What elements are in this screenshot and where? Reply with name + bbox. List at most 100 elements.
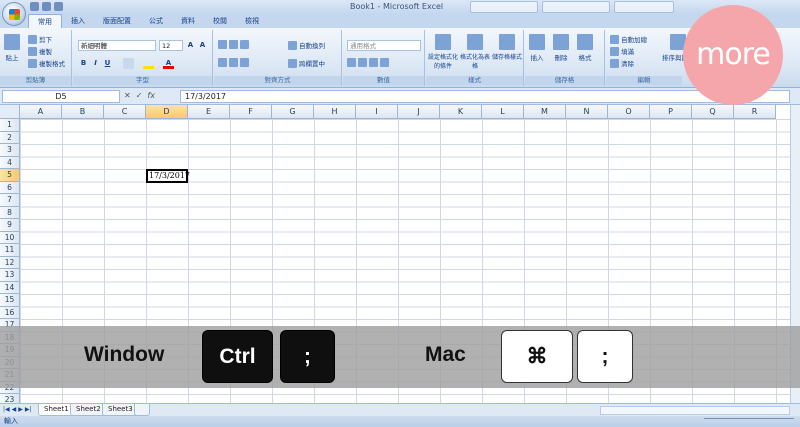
column-header[interactable]: H xyxy=(314,105,356,119)
column-header[interactable]: P xyxy=(650,105,692,119)
insert-cells-button[interactable]: 插入 xyxy=(529,34,545,62)
row-header[interactable]: 13 xyxy=(0,269,20,282)
row-header[interactable]: 12 xyxy=(0,256,20,269)
copy-button[interactable]: 複製 xyxy=(28,46,52,56)
window-title: Book1 - Microsoft Excel xyxy=(350,2,444,11)
horizontal-scrollbar[interactable] xyxy=(600,406,790,415)
row-header[interactable]: 3 xyxy=(0,144,20,157)
undo-icon[interactable] xyxy=(42,2,51,11)
currency-button[interactable] xyxy=(347,58,389,67)
font-name-select[interactable]: 新細明體 xyxy=(78,40,156,51)
row-header[interactable]: 16 xyxy=(0,306,20,319)
cancel-icon[interactable]: ✕ xyxy=(124,91,131,100)
redo-icon[interactable] xyxy=(54,2,63,11)
row-header[interactable]: 11 xyxy=(0,244,20,257)
font-color-icon[interactable]: A xyxy=(163,58,174,69)
align-top-button[interactable] xyxy=(218,40,249,49)
column-header[interactable]: F xyxy=(230,105,272,119)
tab-view[interactable]: 檢視 xyxy=(236,14,268,28)
last-sheet-icon[interactable]: ▶| xyxy=(25,406,32,413)
number-group-label: 數值 xyxy=(343,76,424,85)
row-header[interactable]: 2 xyxy=(0,131,20,144)
autosum-button[interactable]: 自動加總 xyxy=(610,34,647,44)
row-header[interactable]: 1 xyxy=(0,119,20,132)
clear-button[interactable]: 清除 xyxy=(610,58,634,68)
column-header[interactable]: O xyxy=(608,105,650,119)
row-header[interactable]: 14 xyxy=(0,281,20,294)
paste-button[interactable]: 貼上 xyxy=(4,34,20,62)
select-all-corner[interactable] xyxy=(0,105,20,119)
sheet-navigation[interactable]: |◀ ◀ ▶ ▶| xyxy=(3,406,32,413)
column-header[interactable]: E xyxy=(188,105,230,119)
zoom-slider[interactable] xyxy=(704,418,794,425)
tab-formulas[interactable]: 公式 xyxy=(140,14,172,28)
row-header[interactable]: 5 xyxy=(0,169,20,182)
quick-access-toolbar xyxy=(30,2,63,11)
column-header[interactable]: N xyxy=(566,105,608,119)
column-header[interactable]: R xyxy=(734,105,776,119)
cell-styles-button[interactable]: 儲存格樣式 xyxy=(492,34,522,61)
insert-function-icon[interactable]: fx xyxy=(147,91,155,100)
align-left-icon xyxy=(218,58,227,67)
align-left-button[interactable] xyxy=(218,58,249,67)
format-painter-button[interactable]: 複製格式 xyxy=(28,58,65,68)
font-size-select[interactable]: 12 xyxy=(159,40,183,51)
format-as-table-button[interactable]: 格式化為表格 xyxy=(460,34,490,70)
column-header[interactable]: G xyxy=(272,105,314,119)
office-button[interactable] xyxy=(2,2,26,26)
delete-cells-button[interactable]: 刪除 xyxy=(553,34,569,62)
merge-center-button[interactable]: 跨欄置中 xyxy=(288,58,325,68)
more-badge[interactable]: more xyxy=(683,5,783,105)
column-header[interactable]: I xyxy=(356,105,398,119)
shrink-font-icon[interactable]: A xyxy=(197,40,208,51)
fill-color-icon[interactable] xyxy=(143,58,154,69)
taskbar-window-button[interactable] xyxy=(470,1,538,13)
tab-review[interactable]: 校閱 xyxy=(204,14,236,28)
row-header[interactable]: 9 xyxy=(0,219,20,232)
column-header[interactable]: A xyxy=(20,105,62,119)
number-format-select[interactable]: 通用格式 xyxy=(347,40,421,51)
row-header[interactable]: 15 xyxy=(0,294,20,307)
tab-insert[interactable]: 插入 xyxy=(62,14,94,28)
row-header[interactable]: 6 xyxy=(0,181,20,194)
cut-button[interactable]: 剪下 xyxy=(28,34,52,44)
bold-icon[interactable]: B xyxy=(78,58,89,69)
row-header[interactable]: 10 xyxy=(0,231,20,244)
row-header[interactable]: 8 xyxy=(0,206,20,219)
column-header[interactable]: C xyxy=(104,105,146,119)
name-box[interactable]: D5 xyxy=(2,90,120,103)
tab-page-layout[interactable]: 版面配置 xyxy=(94,14,140,28)
column-header[interactable]: D xyxy=(146,105,188,119)
format-cells-button[interactable]: 格式 xyxy=(577,34,593,62)
border-icon[interactable] xyxy=(123,58,134,69)
tab-data[interactable]: 資料 xyxy=(172,14,204,28)
wrap-text-button[interactable]: 自動換列 xyxy=(288,40,325,50)
cells-group-label: 儲存格 xyxy=(525,76,604,85)
italic-icon[interactable]: I xyxy=(90,58,101,69)
next-sheet-icon[interactable]: ▶ xyxy=(18,406,23,413)
save-icon[interactable] xyxy=(30,2,39,11)
editing-group-label: 編輯 xyxy=(606,76,682,85)
underline-icon[interactable]: U xyxy=(102,58,113,69)
wrap-icon xyxy=(288,40,297,50)
taskbar-window-button[interactable] xyxy=(614,1,674,13)
column-header[interactable]: M xyxy=(524,105,566,119)
column-header[interactable]: J xyxy=(398,105,440,119)
enter-icon[interactable]: ✓ xyxy=(136,91,143,100)
tab-home[interactable]: 常用 xyxy=(28,14,62,28)
fill-button[interactable]: 填滿 xyxy=(610,46,634,56)
taskbar-window-button[interactable] xyxy=(542,1,610,13)
column-header[interactable]: L xyxy=(482,105,524,119)
align-top-icon xyxy=(218,40,227,49)
column-header[interactable]: K xyxy=(440,105,482,119)
new-sheet-icon[interactable] xyxy=(134,404,150,416)
first-sheet-icon[interactable]: |◀ xyxy=(3,406,10,413)
column-header[interactable]: B xyxy=(62,105,104,119)
row-header[interactable]: 4 xyxy=(0,156,20,169)
grow-font-icon[interactable]: A xyxy=(185,40,196,51)
active-cell-d5[interactable]: 17/3/2017 xyxy=(146,169,190,183)
prev-sheet-icon[interactable]: ◀ xyxy=(12,406,17,413)
column-header[interactable]: Q xyxy=(692,105,734,119)
conditional-format-button[interactable]: 設定格式化的條件 xyxy=(428,34,458,70)
row-header[interactable]: 7 xyxy=(0,194,20,207)
